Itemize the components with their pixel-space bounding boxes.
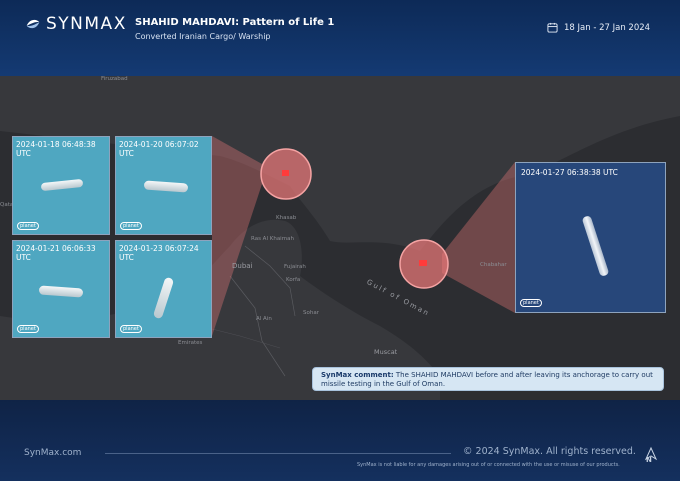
vessel-marker-1[interactable]: [282, 170, 289, 176]
comment-label: SynMax comment:: [321, 371, 394, 379]
label-firuzabad: Firuzabad: [101, 76, 128, 82]
label-chabahar: Chabahar: [480, 262, 507, 268]
label-emirates: Emirates: [178, 340, 203, 346]
label-ras-al-khaimah: Ras Al Khaimah: [251, 236, 294, 242]
planet-credit: planet: [520, 299, 542, 307]
planet-credit: planet: [17, 325, 39, 333]
synmax-logo-icon: [26, 19, 40, 29]
date-range-text: 18 Jan - 27 Jan 2024: [564, 22, 651, 33]
ship-silhouette: [152, 276, 175, 320]
footer: SynMax.com © 2024 SynMax. All rights res…: [0, 400, 680, 481]
image-timestamp: 2024-01-18 06:48:38 UTC: [16, 140, 96, 158]
satellite-image-5[interactable]: 2024-01-27 06:38:38 UTC planet: [515, 162, 666, 313]
label-muscat: Muscat: [374, 348, 398, 356]
satellite-image-4[interactable]: 2024-01-23 06:07:24 UTC planet: [115, 240, 212, 338]
synmax-logo[interactable]: SYNMAX: [24, 14, 127, 34]
page-title: SHAHID MAHDAVI: Pattern of Life 1: [135, 17, 335, 28]
satellite-image-2[interactable]: 2024-01-20 06:07:02 UTC planet: [115, 136, 212, 235]
label-khasab: Khasab: [276, 215, 297, 221]
image-timestamp: 2024-01-20 06:07:02 UTC: [119, 140, 199, 158]
copyright-text: © 2024 SynMax. All rights reserved.: [463, 446, 636, 457]
satellite-image-1[interactable]: 2024-01-18 06:48:38 UTC planet: [12, 136, 110, 235]
ship-silhouette: [40, 178, 84, 192]
page-subtitle: Converted Iranian Cargo/ Warship: [135, 32, 271, 41]
planet-credit: planet: [120, 325, 142, 333]
ship-silhouette: [581, 215, 610, 277]
website-link[interactable]: SynMax.com: [24, 448, 81, 458]
header: SYNMAX SHAHID MAHDAVI: Pattern of Life 1…: [0, 0, 680, 76]
label-dubai: Dubai: [232, 262, 253, 270]
synmax-comment: SynMax comment: The SHAHID MAHDAVI befor…: [312, 367, 664, 391]
planet-credit: planet: [120, 222, 142, 230]
calendar-icon: [547, 22, 558, 33]
image-timestamp: 2024-01-23 06:07:24 UTC: [119, 244, 199, 262]
date-range: 18 Jan - 27 Jan 2024: [547, 22, 650, 33]
north-label: N: [646, 456, 652, 464]
vessel-marker-2[interactable]: [419, 260, 427, 266]
image-timestamp: 2024-01-21 06:06:33 UTC: [16, 244, 96, 262]
label-korfa: Korfa: [286, 277, 301, 283]
map-view[interactable]: Firuzabad Khasab Ras Al Khaimah Dubai Fu…: [0, 76, 680, 400]
footer-divider: [105, 453, 451, 454]
image-timestamp: 2024-01-27 06:38:38 UTC: [521, 168, 618, 177]
ship-silhouette: [143, 180, 189, 193]
label-fujairah: Fujairah: [284, 264, 306, 270]
brand-name: SYNMAX: [46, 14, 127, 34]
planet-credit: planet: [17, 222, 39, 230]
satellite-image-3[interactable]: 2024-01-21 06:06:33 UTC planet: [12, 240, 110, 338]
disclaimer-text: SynMax is not liable for any damages ari…: [357, 462, 620, 468]
label-sohar: Sohar: [303, 310, 319, 316]
ship-silhouette: [38, 285, 84, 298]
label-al-ain: Al Ain: [256, 316, 272, 322]
